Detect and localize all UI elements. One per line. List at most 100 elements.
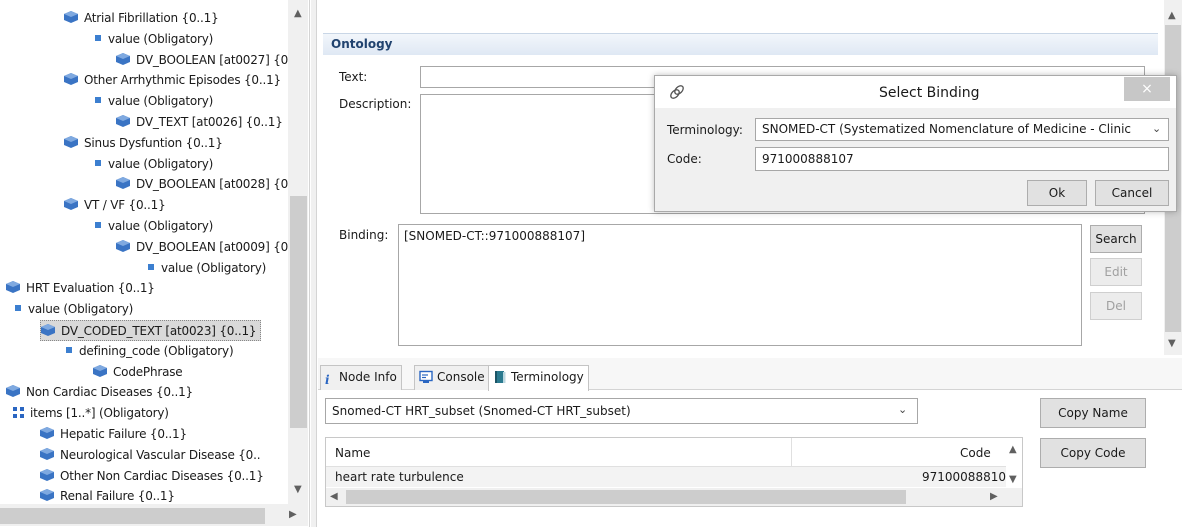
close-button[interactable]: ×: [1124, 77, 1170, 101]
tree-node-label: VT / VF {0..1}: [84, 198, 166, 213]
scroll-right-icon[interactable]: ▶: [990, 491, 998, 502]
ontology-header: Ontology: [323, 33, 1158, 55]
ontology-title: Ontology: [331, 37, 393, 51]
scroll-right-icon[interactable]: ▶: [289, 509, 297, 520]
tree-node-label: defining_code (Obligatory): [79, 343, 234, 358]
table-horizontal-scroll-thumb[interactable]: [346, 490, 906, 504]
search-button[interactable]: Search: [1090, 225, 1142, 253]
object-node-icon: [64, 135, 78, 148]
tree-node[interactable]: items [1..*] (Obligatory): [13, 403, 169, 424]
tree-node-label: items [1..*] (Obligatory): [30, 406, 169, 421]
object-node-icon: [116, 115, 130, 127]
tree-node[interactable]: Other Arrhythmic Episodes {0..1}: [64, 70, 281, 91]
binding-field[interactable]: [SNOMED-CT::971000888107]: [398, 224, 1082, 346]
tree-node-label: DV_BOOLEAN [at0028] {0..: [136, 177, 288, 192]
object-node-icon: [6, 281, 20, 294]
attribute-node-icon: [95, 159, 101, 166]
subset-select-value: Snomed-CT HRT_subset (Snomed-CT HRT_subs…: [332, 404, 631, 418]
dialog-titlebar[interactable]: Select Binding ×: [655, 76, 1176, 108]
tree-node[interactable]: value (Obligatory): [146, 258, 266, 279]
scroll-up-icon[interactable]: ▲: [1168, 10, 1176, 21]
tree-node[interactable]: Neurological Vascular Disease {0..: [40, 445, 261, 466]
tab-node-info[interactable]: i Node Info: [320, 365, 402, 390]
tree-node-label: value (Obligatory): [161, 260, 267, 275]
tree-node[interactable]: value (Obligatory): [93, 29, 213, 50]
tab-console[interactable]: Console: [414, 365, 490, 390]
object-node-icon: [40, 468, 54, 481]
object-node-icon: [64, 11, 78, 23]
attribute-node-icon: [95, 34, 101, 41]
table-horizontal-scrollbar[interactable]: ◀ ▶: [326, 488, 1022, 506]
tree-vertical-scroll-thumb[interactable]: [290, 196, 307, 428]
tree-node[interactable]: Atrial Fibrillation {0..1}: [64, 8, 219, 29]
tree-node[interactable]: Sinus Dysfuntion {0..1}: [64, 133, 223, 154]
scroll-left-icon[interactable]: ◀: [330, 491, 338, 502]
tree-node[interactable]: CodePhrase: [93, 362, 183, 383]
terminology-select[interactable]: SNOMED-CT (Systematized Nomenclature of …: [755, 118, 1169, 141]
tree-node[interactable]: Hepatic Failure {0..1}: [40, 424, 187, 445]
tree-node[interactable]: value (Obligatory): [93, 91, 213, 112]
tree-node[interactable]: HRT Evaluation {0..1}: [6, 278, 155, 299]
tree-node[interactable]: defining_code (Obligatory): [64, 341, 234, 362]
scroll-down-icon[interactable]: ▼: [1009, 474, 1017, 485]
tree-node-label: value (Obligatory): [108, 156, 214, 171]
tree-horizontal-scroll-thumb[interactable]: [0, 508, 265, 524]
tree-node[interactable]: DV_CODED_TEXT [at0023] {0..1}: [40, 320, 262, 341]
tree-node[interactable]: VT / VF {0..1}: [64, 195, 166, 216]
column-header-name[interactable]: Name: [335, 446, 370, 460]
edit-button[interactable]: Edit: [1090, 258, 1142, 286]
tree-horizontal-scrollbar[interactable]: ▶: [0, 504, 308, 526]
tree-node[interactable]: Renal Failure {0..1}: [40, 486, 175, 504]
object-node-icon: [40, 447, 54, 460]
terminology-select-value: SNOMED-CT (Systematized Nomenclature of …: [762, 122, 1131, 136]
scroll-up-icon[interactable]: ▲: [1009, 444, 1017, 455]
tree-node-label: DV_BOOLEAN [at0027] {0..: [136, 52, 288, 67]
tree-node-label: Renal Failure {0..1}: [60, 489, 175, 504]
cancel-button[interactable]: Cancel: [1095, 180, 1169, 206]
table-cell-code: 971000888107: [922, 470, 1014, 484]
tree-node[interactable]: DV_TEXT [at0026] {0..1}: [116, 112, 283, 133]
table-cell-name: heart rate turbulence: [335, 470, 464, 484]
scroll-down-icon[interactable]: ▼: [294, 484, 302, 495]
binding-label: Binding:: [339, 228, 389, 242]
table-row[interactable]: heart rate turbulence 971000888107: [326, 467, 1014, 487]
tree-node[interactable]: DV_BOOLEAN [at0028] {0..: [116, 174, 288, 195]
table-vertical-scrollbar[interactable]: ▲ ▼: [1006, 438, 1022, 488]
tree-node[interactable]: value (Obligatory): [93, 154, 213, 175]
binding-value: [SNOMED-CT::971000888107]: [404, 229, 586, 243]
tree-node[interactable]: value (Obligatory): [13, 299, 133, 320]
copy-code-button[interactable]: Copy Code: [1040, 438, 1146, 468]
tree-node[interactable]: value (Obligatory): [93, 216, 213, 237]
tree-node-label: value (Obligatory): [28, 302, 134, 317]
text-label: Text:: [339, 70, 368, 84]
tree-node[interactable]: DV_BOOLEAN [at0027] {0..: [116, 50, 288, 71]
object-node-icon: [64, 73, 78, 86]
column-header-code[interactable]: Code: [960, 446, 991, 460]
scroll-down-icon[interactable]: ▼: [1168, 338, 1176, 349]
subset-select[interactable]: Snomed-CT HRT_subset (Snomed-CT HRT_subs…: [325, 398, 918, 424]
panel-splitter[interactable]: [311, 0, 317, 527]
object-node-icon: [6, 385, 20, 398]
tab-bar: i Node Info Console Terminology: [318, 358, 1182, 391]
code-field[interactable]: 971000888107: [755, 147, 1169, 171]
tree-vertical-scrollbar[interactable]: ▲ ▼: [288, 0, 308, 504]
object-node-icon: [41, 324, 55, 336]
tree-node-label: Other Arrhythmic Episodes {0..1}: [84, 73, 281, 88]
terminology-table: Name Code heart rate turbulence 97100088…: [325, 437, 1023, 507]
tree-node[interactable]: DV_BOOLEAN [at0009] {0..: [116, 237, 288, 258]
close-icon: ×: [1141, 81, 1153, 97]
tree-node[interactable]: Non Cardiac Diseases {0..1}: [6, 382, 193, 403]
attribute-node-icon: [95, 97, 101, 104]
object-node-icon: [40, 489, 54, 502]
terminology-label: Terminology:: [667, 123, 743, 137]
multiple-items-icon: [13, 407, 24, 419]
tab-terminology[interactable]: Terminology: [488, 365, 589, 391]
info-icon: i: [325, 373, 330, 387]
copy-name-button[interactable]: Copy Name: [1040, 398, 1146, 428]
scroll-up-icon[interactable]: ▲: [294, 8, 302, 19]
del-button[interactable]: Del: [1090, 292, 1142, 320]
tree-node[interactable]: Other Non Cardiac Diseases {0..1}: [40, 466, 264, 487]
ok-button[interactable]: Ok: [1027, 180, 1087, 206]
tree-node-label: Other Non Cardiac Diseases {0..1}: [60, 468, 264, 483]
column-divider[interactable]: [791, 438, 792, 467]
